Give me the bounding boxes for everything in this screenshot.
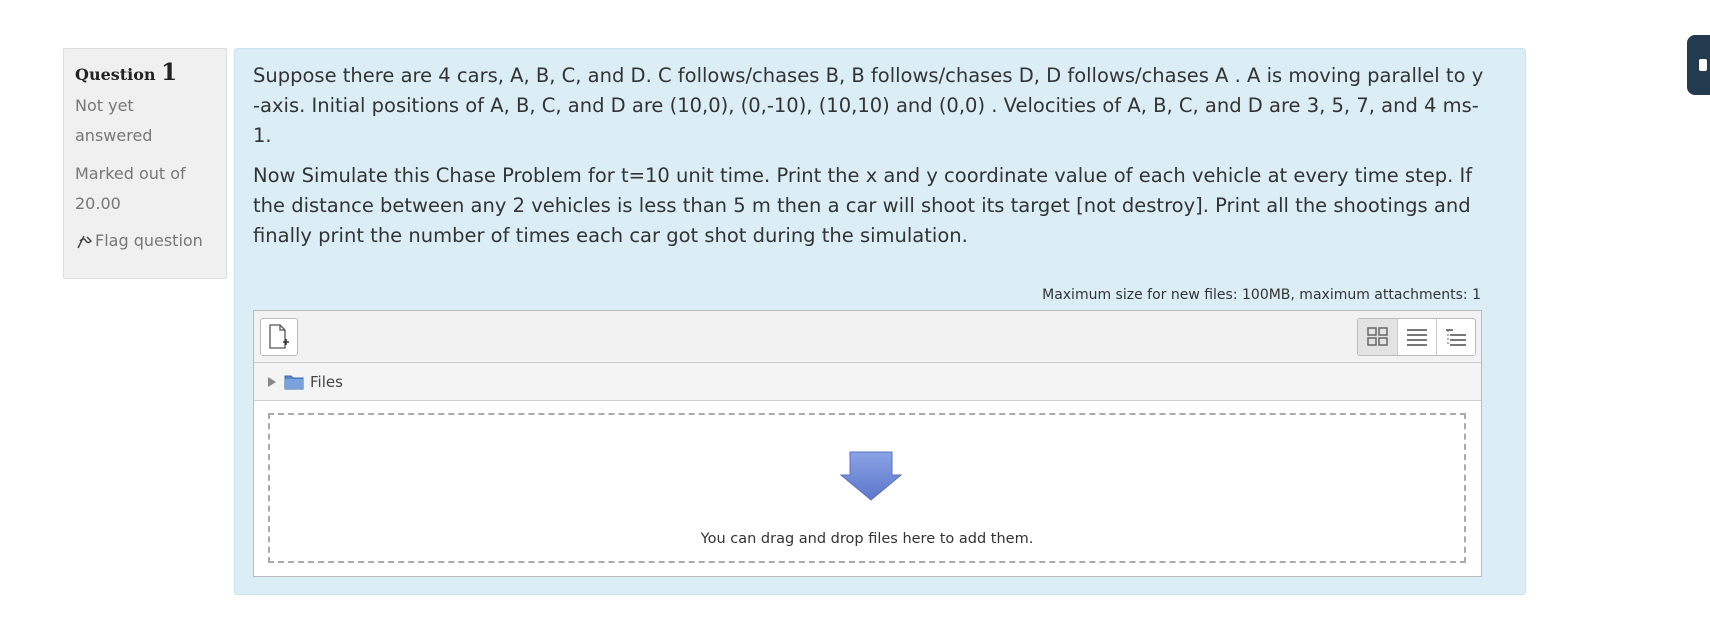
flag-question-label: Flag question	[95, 231, 203, 250]
question-content: Suppose there are 4 cars, A, B, C, and D…	[234, 48, 1526, 595]
file-toolbar	[254, 311, 1481, 363]
drawer-icon	[1699, 59, 1707, 71]
max-size-note: Maximum size for new files: 100MB, maxim…	[1042, 287, 1481, 303]
question-text: Suppose there are 4 cars, A, B, C, and D…	[253, 61, 1493, 251]
flag-icon	[77, 235, 93, 249]
tree-view-button[interactable]	[1436, 319, 1475, 355]
drop-instructions: You can drag and drop files here to add …	[700, 531, 1034, 547]
question-paragraph-1: Suppose there are 4 cars, A, B, C, and D…	[253, 64, 1484, 147]
expand-triangle-icon[interactable]	[268, 376, 276, 387]
side-drawer-toggle[interactable]	[1687, 35, 1710, 95]
question-number: Question 1	[75, 59, 215, 89]
question-number-value: 1	[161, 59, 178, 86]
question-info: Question 1 Not yet answered Marked out o…	[63, 48, 227, 279]
drop-arrow-icon	[840, 451, 902, 501]
file-manager: Files You can drag and drop files here t…	[253, 310, 1482, 577]
flag-question-button[interactable]: Flag question	[75, 229, 215, 253]
tree-view-icon	[1446, 329, 1466, 346]
question-paragraph-2: Now Simulate this Chase Problem for t=10…	[253, 164, 1473, 247]
icon-view-icon	[1366, 327, 1388, 346]
files-label: Files	[310, 372, 343, 391]
icon-view-button[interactable]	[1358, 319, 1397, 355]
view-switcher	[1357, 318, 1476, 356]
list-view-icon	[1407, 329, 1427, 346]
folder-icon	[284, 375, 304, 389]
add-file-icon	[269, 324, 289, 349]
file-drop-area[interactable]: You can drag and drop files here to add …	[268, 413, 1466, 563]
add-file-button[interactable]	[260, 318, 298, 356]
question-grade: Marked out of 20.00	[75, 164, 186, 213]
question-label: Question	[75, 65, 156, 84]
question-state: Not yet answered	[75, 96, 153, 145]
file-path-bar[interactable]: Files	[254, 363, 1481, 401]
list-view-button[interactable]	[1397, 319, 1436, 355]
